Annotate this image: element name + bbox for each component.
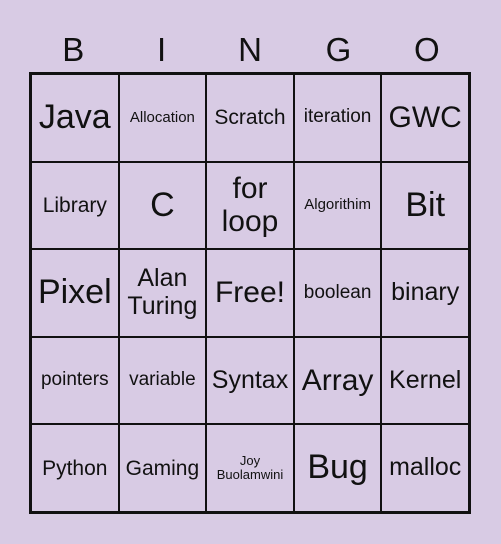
bingo-cell[interactable]: for loop [206, 161, 294, 250]
header-letter-o: O [413, 31, 440, 68]
bingo-cell[interactable]: boolean [293, 249, 382, 337]
bingo-cell[interactable]: Pixel [31, 249, 119, 337]
bingo-cell[interactable]: Syntax [206, 336, 294, 425]
header-letter-i: I [157, 31, 167, 68]
bingo-cell[interactable]: iteration [293, 74, 382, 162]
bingo-cell[interactable]: binary [381, 249, 469, 337]
bingo-cell[interactable]: malloc [381, 424, 469, 512]
bingo-cell[interactable]: Bit [381, 161, 469, 250]
bingo-cell[interactable]: Scratch [206, 74, 294, 162]
bingo-cell[interactable]: Algorithim [293, 161, 382, 250]
bingo-cell[interactable]: Free! [206, 249, 294, 337]
bingo-cell[interactable]: Array [293, 336, 382, 425]
bingo-cell[interactable]: C [118, 161, 207, 250]
bingo-cell[interactable]: Allocation [118, 74, 207, 162]
bingo-cell[interactable]: Bug [293, 424, 382, 512]
bingo-grid: Java Allocation Scratch iteration GWC Library… [29, 72, 471, 514]
bingo-cell[interactable]: pointers [31, 336, 119, 425]
bingo-cell[interactable]: Kernel [381, 336, 469, 425]
header-letter-n: N [238, 31, 262, 68]
bingo-cell[interactable]: Alan Turing [118, 249, 207, 337]
bingo-cell[interactable]: Gaming [118, 424, 207, 512]
bingo-cell[interactable]: Joy Buolamwini [206, 424, 294, 512]
bingo-cell[interactable]: Java [31, 74, 119, 162]
bingo-cell[interactable]: GWC [381, 74, 469, 162]
bingo-cell[interactable]: Library [31, 161, 119, 250]
header-letter-b: B [62, 31, 85, 68]
bingo-cell[interactable]: variable [118, 336, 207, 425]
header-letter-g: G [325, 31, 352, 68]
bingo-header: B I N G O [29, 30, 471, 70]
bingo-cell[interactable]: Python [31, 424, 119, 512]
